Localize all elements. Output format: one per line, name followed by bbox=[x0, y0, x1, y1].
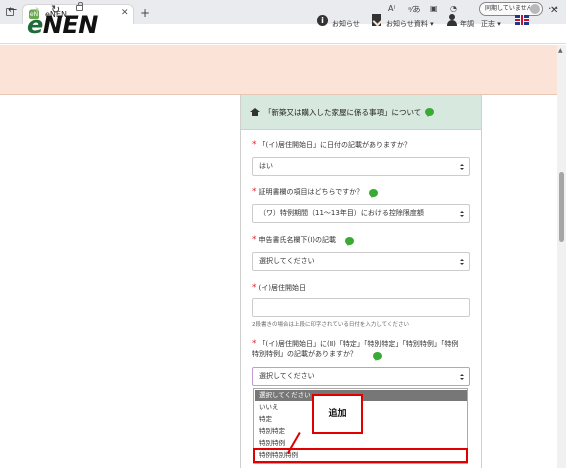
q1-select[interactable]: はい bbox=[252, 157, 470, 176]
q1-label: * 「(イ)居住開始日」に日付の記載がありますか？ bbox=[252, 140, 411, 150]
scroll-up-icon[interactable]: ▲ bbox=[558, 47, 563, 54]
q5-label: * 「(イ)居住開始日」に(Ⅱ)「特定」「特別特定」「特別特例」「特例 特別特例」の… bbox=[252, 339, 459, 358]
q1-select-value: はい bbox=[259, 162, 273, 170]
select-caret-icon bbox=[460, 259, 464, 265]
annotation-highlight-box bbox=[253, 448, 468, 463]
q4-label: * (イ)居住開始日 bbox=[252, 283, 306, 293]
site-header bbox=[0, 45, 557, 95]
profile-avatar bbox=[530, 4, 540, 14]
more-icon[interactable]: ··· bbox=[548, 2, 559, 15]
required-mark: * bbox=[252, 235, 257, 245]
site-logo[interactable]: eNEN bbox=[27, 11, 98, 39]
translate-icon[interactable]: ᵃ⁄あ bbox=[408, 4, 420, 15]
select-caret-icon bbox=[460, 374, 464, 380]
help-chat-icon[interactable] bbox=[369, 189, 378, 198]
scrollbar-thumb[interactable] bbox=[559, 172, 564, 242]
card-title: 「新築又は購入した家屋に係る事項」について bbox=[264, 108, 422, 117]
q5-select[interactable]: 選択してください bbox=[252, 367, 470, 386]
required-mark: * bbox=[252, 339, 257, 349]
required-mark: * bbox=[252, 187, 257, 197]
q2-label: * 証明書欄の項目はどちらですか？ bbox=[252, 187, 364, 197]
new-tab-icon[interactable]: + bbox=[140, 6, 150, 20]
read-aloud-icon[interactable]: A⁾ bbox=[388, 4, 395, 13]
extension-icon[interactable]: ▣ bbox=[430, 4, 438, 13]
select-caret-icon bbox=[460, 211, 464, 217]
back-icon[interactable]: ← bbox=[8, 3, 17, 16]
q2-select[interactable]: （ワ）特例期間（11～13年目）における控除限度額 bbox=[252, 204, 470, 223]
q4-date-input[interactable] bbox=[252, 298, 470, 317]
q2-select-value: （ワ）特例期間（11～13年目）における控除限度額 bbox=[259, 209, 424, 217]
copilot-icon[interactable]: ◔ bbox=[450, 4, 457, 13]
document-download-icon bbox=[372, 14, 381, 26]
header-notice-link[interactable]: お知らせ bbox=[332, 19, 360, 29]
user-icon bbox=[446, 14, 458, 26]
select-caret-icon bbox=[460, 164, 464, 170]
annotation-callout: 追加 bbox=[312, 394, 363, 434]
tab-close-icon[interactable]: ✕ bbox=[121, 8, 129, 18]
q4-hint: 2段書きの場合は上段に印字されている日付を入力してください bbox=[252, 322, 410, 328]
sync-status-button[interactable]: 同期していません bbox=[479, 2, 543, 16]
required-mark: * bbox=[252, 283, 257, 293]
sync-label: 同期していません bbox=[485, 5, 533, 12]
q3-label: * 申告書氏名欄下(Ⅰ)の記載 bbox=[252, 235, 337, 245]
page-scrollbar[interactable] bbox=[557, 45, 566, 468]
q3-select-value: 選択してください bbox=[259, 257, 315, 265]
header-user-menu[interactable]: 年調 正志 ▾ bbox=[460, 19, 501, 29]
uk-flag-icon[interactable] bbox=[515, 15, 529, 25]
home-icon bbox=[250, 108, 260, 116]
q3-select[interactable]: 選択してください bbox=[252, 252, 470, 271]
q5-select-value: 選択してください bbox=[259, 372, 315, 380]
help-chat-icon[interactable] bbox=[345, 237, 354, 246]
header-notice-docs-link[interactable]: お知らせ資料 ▾ bbox=[386, 19, 434, 29]
required-mark: * bbox=[252, 140, 257, 150]
help-chat-icon[interactable] bbox=[373, 352, 382, 361]
info-icon: i bbox=[317, 15, 328, 26]
help-chat-icon[interactable] bbox=[425, 108, 434, 117]
